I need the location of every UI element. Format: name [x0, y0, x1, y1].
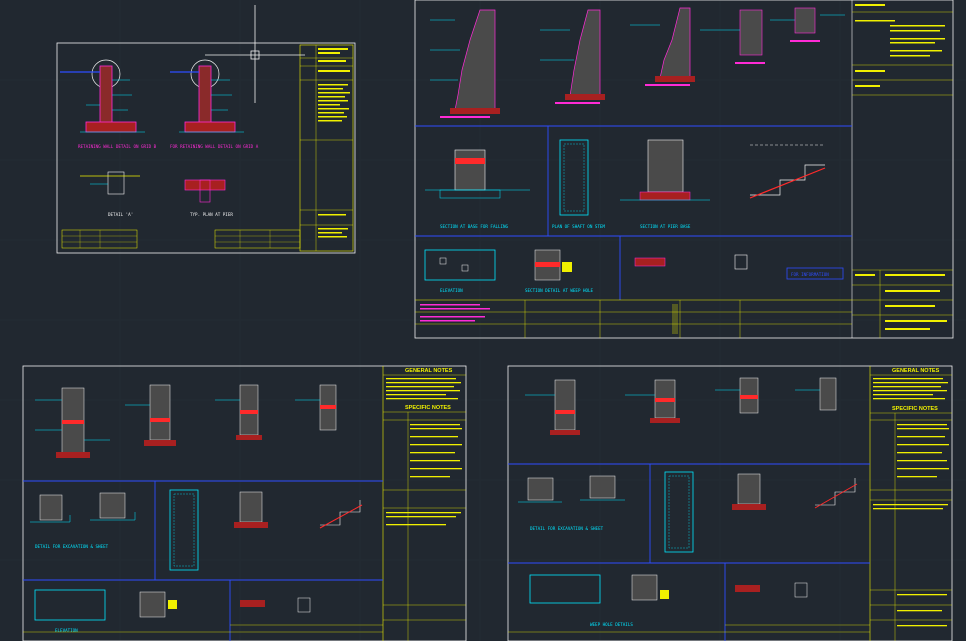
- general-notes-heading: GENERAL NOTES: [892, 368, 940, 374]
- detail-caption: FOR RETAINING WALL DETAIL ON GRID A: [170, 144, 259, 149]
- detail-caption: DETAIL 'A': [108, 212, 133, 217]
- for-information-badge: FOR INFORMATION: [786, 267, 844, 280]
- sheet-top-right[interactable]: SECTION AT BASE FOR FALLING PLAN OF SHAF…: [414, 0, 954, 339]
- typical-plan-at-pier[interactable]: TYP. PLAN AT PIER: [184, 179, 233, 217]
- excavation-details-right[interactable]: DETAIL FOR EXCAVATION & SHEET: [518, 475, 625, 531]
- pier-base-section[interactable]: [234, 491, 363, 529]
- title-block-top-right[interactable]: [852, 4, 953, 338]
- section-at-base[interactable]: SECTION AT BASE FOR FALLING: [425, 149, 530, 229]
- detail-caption: RETAINING WALL DETAIL ON GRID B: [78, 144, 157, 149]
- detail-caption: PLAN OF SHAFT ON STEM: [552, 224, 605, 229]
- specific-notes-heading: SPECIFIC NOTES: [405, 405, 451, 411]
- detail-caption: SECTION AT PIER BASE: [640, 224, 691, 229]
- wall-sections-row-right[interactable]: [525, 377, 837, 435]
- shaft-plan-right[interactable]: [664, 471, 694, 553]
- shaft-plan[interactable]: [169, 489, 199, 571]
- detail-caption: SECTION DETAIL AT WEEP HOLE: [525, 288, 594, 293]
- retaining-wall-detail-2[interactable]: FOR RETAINING WALL DETAIL ON GRID A: [170, 59, 259, 149]
- specific-notes-heading: SPECIFIC NOTES: [892, 406, 938, 412]
- sheet-top-left[interactable]: RETAINING WALL DETAIL ON GRID B FOR RETA…: [56, 42, 356, 254]
- stepped-wall-sections[interactable]: [430, 7, 845, 118]
- weep-hole-section[interactable]: SECTION DETAIL AT WEEP HOLE: [525, 249, 594, 293]
- retaining-wall-detail-1[interactable]: RETAINING WALL DETAIL ON GRID B: [60, 59, 157, 149]
- detail-caption: WEEP HOLE DETAILS: [590, 622, 633, 627]
- stair-footing-detail[interactable]: [749, 144, 826, 199]
- notes-block-bottom-left[interactable]: GENERAL NOTES SPECIFIC NOTES: [383, 368, 466, 641]
- excavation-details[interactable]: DETAIL FOR EXCAVATION & SHEET: [30, 492, 136, 549]
- for-information-label: FOR INFORMATION: [791, 272, 829, 277]
- detail-caption: ELEVATION: [55, 628, 78, 633]
- crosshair-cursor-icon: [205, 5, 305, 103]
- detail-caption: DETAIL FOR EXCAVATION & SHEET: [530, 526, 604, 531]
- weep-hole-details-right[interactable]: WEEP HOLE DETAILS: [529, 574, 808, 627]
- wall-sections-row[interactable]: [35, 384, 337, 458]
- notes-block-bottom-right[interactable]: GENERAL NOTES SPECIFIC NOTES: [870, 368, 952, 641]
- cad-drawing-canvas[interactable]: RETAINING WALL DETAIL ON GRID B FOR RETA…: [0, 0, 966, 641]
- section-at-pier-base[interactable]: SECTION AT PIER BASE: [620, 139, 710, 229]
- general-notes-heading: GENERAL NOTES: [405, 368, 453, 374]
- detail-caption: TYP. PLAN AT PIER: [190, 212, 233, 217]
- detail-a[interactable]: DETAIL 'A': [80, 171, 140, 217]
- detail-caption: DETAIL FOR EXCAVATION & SHEET: [35, 544, 109, 549]
- sheet-bottom-right[interactable]: DETAIL FOR EXCAVATION & SHEET WEEP HOLE …: [507, 365, 953, 641]
- detail-caption: ELEVATION: [440, 288, 463, 293]
- elevation-detail[interactable]: ELEVATION: [424, 249, 496, 293]
- elevation-bottom-left[interactable]: ELEVATION: [34, 589, 311, 633]
- sheet-bottom-left[interactable]: DETAIL FOR EXCAVATION & SHEET ELEVATION …: [22, 365, 467, 641]
- detail-caption: SECTION AT BASE FOR FALLING: [440, 224, 509, 229]
- pier-base-right[interactable]: [732, 473, 858, 510]
- small-detail-plan[interactable]: [634, 254, 748, 270]
- plan-of-shaft[interactable]: PLAN OF SHAFT ON STEM: [552, 139, 605, 229]
